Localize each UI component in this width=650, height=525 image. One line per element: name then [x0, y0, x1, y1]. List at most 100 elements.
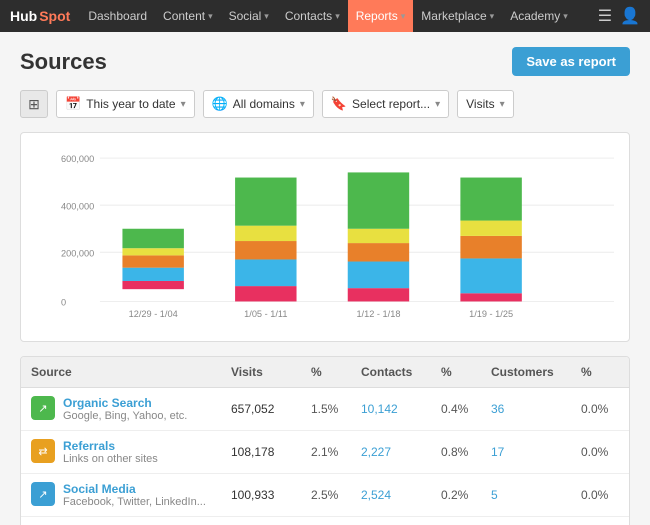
social-media-link[interactable]: Social Media	[63, 482, 206, 496]
visits-pct: 2.5%	[311, 488, 361, 502]
nav-item-reports[interactable]: Reports ▾	[348, 0, 414, 32]
calendar-icon: 📅	[65, 96, 81, 112]
nav-label-dashboard: Dashboard	[88, 9, 147, 23]
nav-item-content[interactable]: Content ▾	[155, 0, 221, 32]
customers-value[interactable]: 36	[491, 402, 581, 416]
save-report-button[interactable]: Save as report	[512, 47, 630, 76]
top-navigation: HubSpot Dashboard Content ▾ Social ▾ Con…	[0, 0, 650, 32]
svg-text:1/05 - 1/11: 1/05 - 1/11	[244, 309, 287, 319]
svg-text:400,000: 400,000	[61, 201, 94, 211]
chevron-down-icon: ▾	[435, 99, 440, 110]
social-media-sub: Facebook, Twitter, LinkedIn...	[63, 496, 206, 508]
col-customers: Customers	[491, 365, 581, 379]
social-media-icon: ↗	[31, 482, 55, 506]
domain-label: All domains	[233, 97, 295, 111]
referrals-sub: Links on other sites	[63, 453, 158, 465]
svg-text:12/29 - 1/04: 12/29 - 1/04	[129, 309, 178, 319]
organic-search-link[interactable]: Organic Search	[63, 396, 187, 410]
source-cell: ↗ Social Media Facebook, Twitter, Linked…	[31, 482, 231, 508]
chevron-down-icon: ▾	[181, 99, 186, 110]
table-header: Source Visits % Contacts % Customers %	[21, 357, 629, 388]
logo-spot-text: Spot	[39, 8, 70, 24]
report-icon: 🔖	[331, 96, 347, 112]
referrals-icon: ⇄	[31, 439, 55, 463]
page-title: Sources	[20, 49, 107, 75]
nav-item-contacts[interactable]: Contacts ▾	[277, 0, 348, 32]
nav-label-reports: Reports	[356, 9, 398, 23]
col-customers-pct: %	[581, 365, 630, 379]
contacts-pct: 0.4%	[441, 402, 491, 416]
col-contacts: Contacts	[361, 365, 441, 379]
chevron-down-icon: ▾	[500, 99, 505, 110]
report-select[interactable]: 🔖 Select report... ▾	[322, 90, 449, 118]
nav-label-contacts: Contacts	[285, 9, 332, 23]
customers-pct: 0.0%	[581, 402, 630, 416]
domain-select[interactable]: 🌐 All domains ▾	[203, 90, 314, 118]
nav-item-academy[interactable]: Academy ▾	[502, 0, 576, 32]
date-range-select[interactable]: 📅 This year to date ▾	[56, 90, 195, 118]
chevron-down-icon: ▾	[300, 99, 305, 110]
col-source: Source	[31, 365, 231, 379]
organic-search-sub: Google, Bing, Yahoo, etc.	[63, 410, 187, 422]
filter-grid-icon: ⊞	[28, 96, 40, 113]
customers-value[interactable]: 5	[491, 488, 581, 502]
svg-text:1/19 - 1/25: 1/19 - 1/25	[469, 309, 513, 319]
contacts-value[interactable]: 2,227	[361, 445, 441, 459]
contacts-pct: 0.8%	[441, 445, 491, 459]
logo-hub-text: Hub	[10, 8, 37, 24]
page-content: Sources Save as report ⊞ 📅 This year to …	[0, 32, 650, 525]
contacts-value[interactable]: 2,524	[361, 488, 441, 502]
user-icon[interactable]: 👤	[620, 6, 640, 26]
filter-icon-button[interactable]: ⊞	[20, 90, 48, 118]
customers-pct: 0.0%	[581, 445, 630, 459]
chevron-down-icon: ▾	[401, 11, 406, 22]
source-info: Organic Search Google, Bing, Yahoo, etc.	[63, 396, 187, 422]
col-visits: Visits	[231, 365, 311, 379]
nav-item-dashboard[interactable]: Dashboard	[80, 0, 155, 32]
nav-label-social: Social	[229, 9, 262, 23]
source-cell: ⇄ Referrals Links on other sites	[31, 439, 231, 465]
visits-pct: 1.5%	[311, 402, 361, 416]
metric-select[interactable]: Visits ▾	[457, 90, 513, 118]
chevron-down-icon: ▾	[563, 11, 568, 22]
table-row: ✉ Email Marketing Email links 378,123 1.…	[21, 517, 629, 525]
report-placeholder: Select report...	[352, 97, 430, 111]
chevron-down-icon: ▾	[490, 11, 495, 22]
page-header: Sources Save as report	[20, 47, 630, 76]
nav-label-content: Content	[163, 9, 205, 23]
referrals-link[interactable]: Referrals	[63, 439, 158, 453]
data-table: Source Visits % Contacts % Customers % ↗…	[20, 356, 630, 525]
table-row: ↗ Social Media Facebook, Twitter, Linked…	[21, 474, 629, 517]
nav-item-social[interactable]: Social ▾	[221, 0, 277, 32]
col-visits-pct: %	[311, 365, 361, 379]
filter-bar: ⊞ 📅 This year to date ▾ 🌐 All domains ▾ …	[20, 90, 630, 118]
bar-chart: 600,000 400,000 200,000 0 Visits 12/29 -…	[61, 148, 614, 331]
organic-search-icon: ↗	[31, 396, 55, 420]
chart-container: 600,000 400,000 200,000 0 Visits 12/29 -…	[20, 132, 630, 342]
nav-item-marketplace[interactable]: Marketplace ▾	[413, 0, 502, 32]
globe-icon: 🌐	[212, 96, 228, 112]
contacts-value[interactable]: 10,142	[361, 402, 441, 416]
customers-pct: 0.0%	[581, 488, 630, 502]
svg-text:600,000: 600,000	[61, 154, 94, 164]
table-row: ↗ Organic Search Google, Bing, Yahoo, et…	[21, 388, 629, 431]
svg-text:0: 0	[61, 298, 66, 308]
visits-value: 108,178	[231, 445, 311, 459]
hubspot-logo[interactable]: HubSpot	[10, 8, 70, 24]
source-info: Social Media Facebook, Twitter, LinkedIn…	[63, 482, 206, 508]
contacts-pct: 0.2%	[441, 488, 491, 502]
svg-text:200,000: 200,000	[61, 248, 94, 258]
date-range-label: This year to date	[86, 97, 175, 111]
table-row: ⇄ Referrals Links on other sites 108,178…	[21, 431, 629, 474]
menu-icon[interactable]: ☰	[598, 6, 612, 26]
col-contacts-pct: %	[441, 365, 491, 379]
visits-value: 657,052	[231, 402, 311, 416]
customers-value[interactable]: 17	[491, 445, 581, 459]
chevron-down-icon: ▾	[264, 11, 269, 22]
visits-value: 100,933	[231, 488, 311, 502]
source-cell: ↗ Organic Search Google, Bing, Yahoo, et…	[31, 396, 231, 422]
nav-label-marketplace: Marketplace	[421, 9, 486, 23]
metric-label: Visits	[466, 97, 494, 111]
svg-text:1/12 - 1/18: 1/12 - 1/18	[356, 309, 400, 319]
nav-label-academy: Academy	[510, 9, 560, 23]
